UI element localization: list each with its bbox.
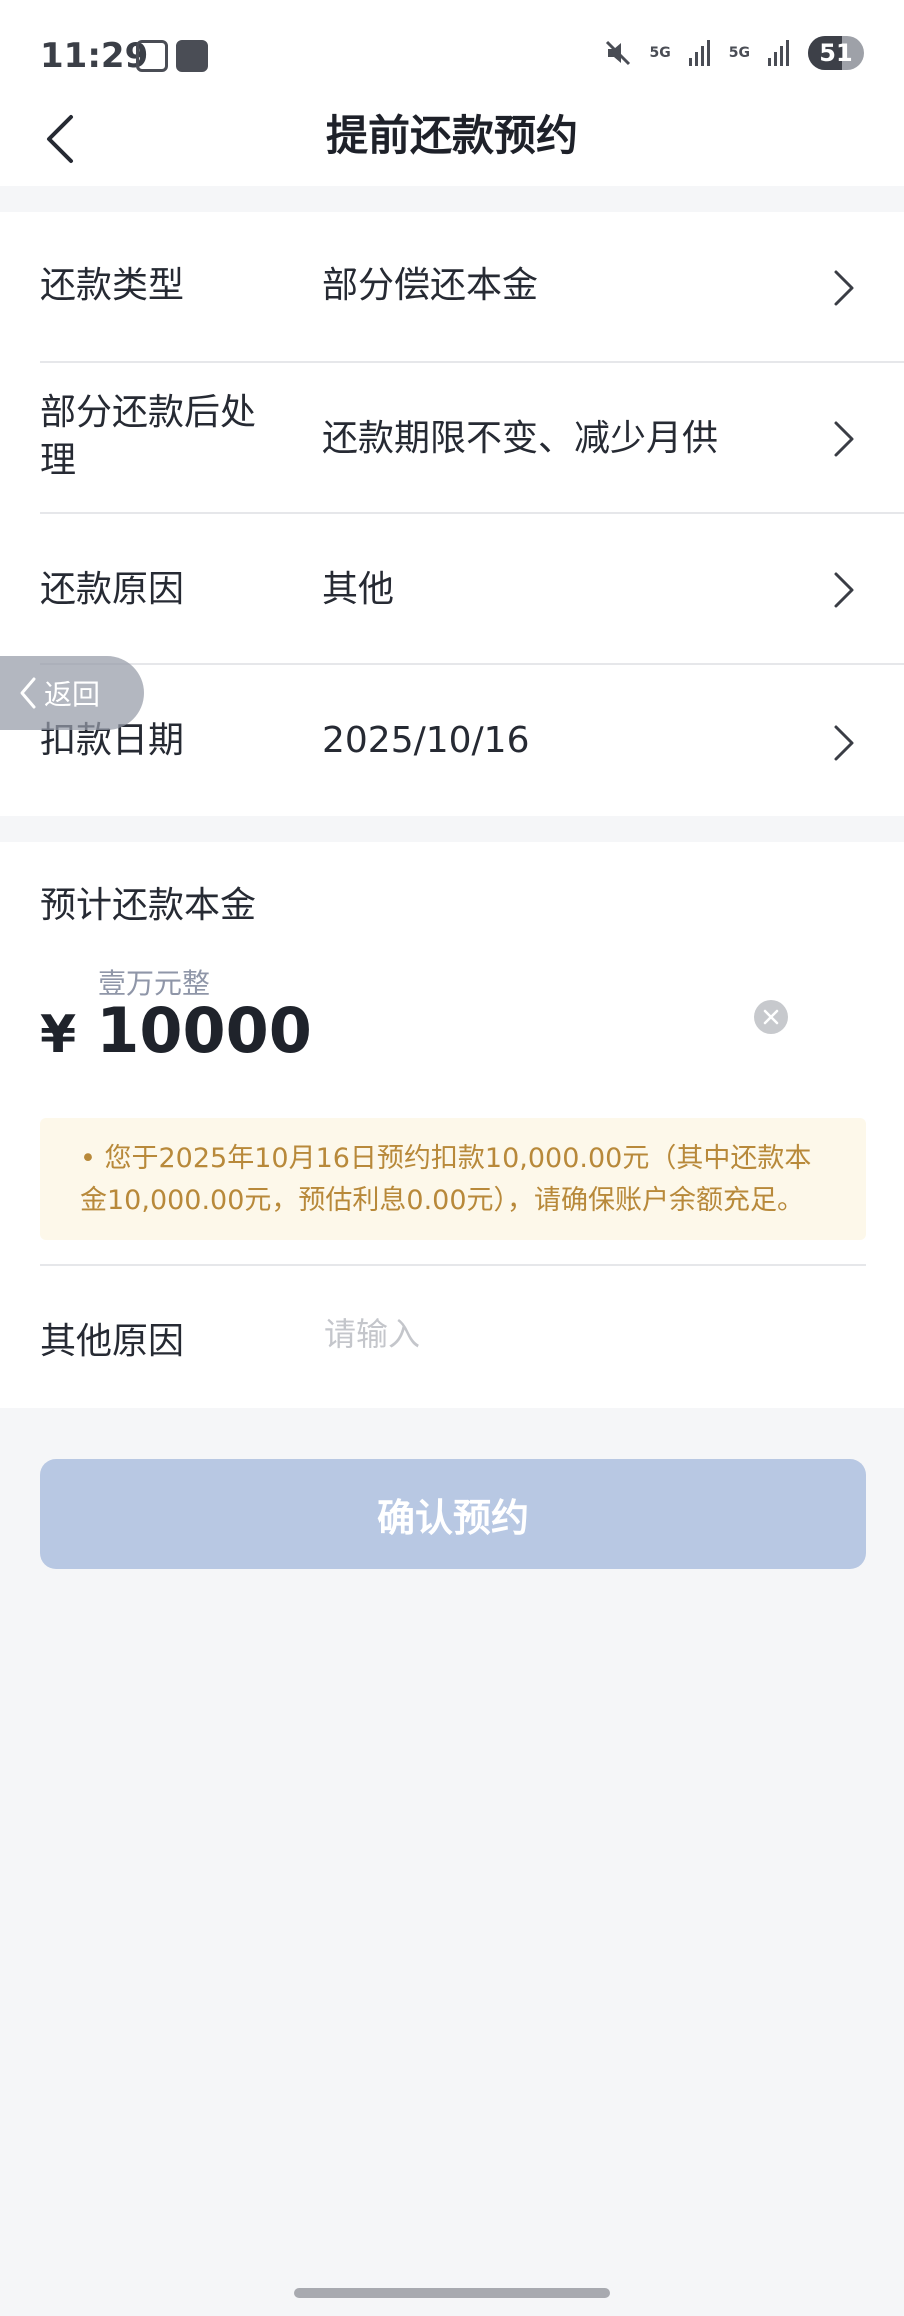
chevron-right-icon: [834, 572, 854, 608]
divider: [40, 1264, 866, 1266]
row-value: 部分偿还本金: [322, 265, 539, 306]
battery-indicator: 51: [808, 36, 864, 70]
deduction-notice: • 您于2025年10月16日预约扣款10,000.00元（其中还款本金10,0…: [40, 1118, 866, 1240]
row-value: 2025/10/16: [322, 720, 530, 761]
page-title: 提前还款预约: [325, 111, 578, 160]
app-badge-icon: [176, 40, 208, 72]
network-5g-label-2: 5G: [728, 45, 750, 61]
status-time: 11:29: [40, 36, 149, 76]
other-reason-label: 其他原因: [40, 1321, 185, 1362]
row-label-line2: 理: [40, 440, 77, 481]
other-reason-input[interactable]: [322, 1306, 842, 1362]
amount-card: 预计还款本金 壹万元整 ¥ 10000 • 您于2025年10月16日预约扣款1…: [0, 842, 904, 1408]
floating-back-label: 返回: [44, 678, 101, 711]
home-indicator[interactable]: [294, 2288, 610, 2298]
chevron-left-icon: [20, 677, 36, 709]
nav-bar: 提前还款预约: [0, 90, 904, 186]
screenshot-icon: [136, 40, 168, 72]
clear-amount-button[interactable]: [754, 1000, 788, 1034]
signal-icon-2: [768, 40, 789, 66]
network-5g-label: 5G: [649, 45, 671, 61]
currency-symbol: ¥: [40, 1005, 77, 1065]
signal-icon: [688, 40, 710, 66]
close-icon: [763, 1009, 779, 1025]
floating-back-button[interactable]: 返回: [0, 656, 144, 730]
confirm-appointment-button[interactable]: 确认预约: [40, 1459, 866, 1569]
row-label: 还款类型: [40, 265, 185, 306]
chevron-right-icon: [834, 270, 854, 306]
amount-value: 10000: [96, 994, 312, 1067]
chevron-right-icon: [834, 725, 854, 761]
row-label: 还款原因: [40, 569, 185, 610]
row-after-partial-handling[interactable]: 部分还款后处 理 还款期限不变、减少月供: [0, 363, 904, 514]
mute-icon: [605, 40, 630, 66]
chevron-right-icon: [834, 421, 854, 457]
row-value: 还款期限不变、减少月供: [322, 418, 719, 459]
row-repayment-reason[interactable]: 还款原因 其他: [0, 514, 904, 665]
row-label-line1: 部分还款后处: [40, 392, 257, 433]
row-value: 其他: [322, 569, 395, 610]
status-indicators: 5G 5G 51: [604, 36, 864, 70]
row-repayment-type[interactable]: 还款类型 部分偿还本金: [0, 212, 904, 363]
battery-level: 51: [819, 39, 853, 67]
repayment-settings-card: 还款类型 部分偿还本金 部分还款后处 理 还款期限不变、减少月供 还款原因 其他…: [0, 212, 904, 816]
amount-label: 预计还款本金: [40, 885, 257, 926]
amount-input[interactable]: ¥ 10000: [40, 994, 312, 1084]
